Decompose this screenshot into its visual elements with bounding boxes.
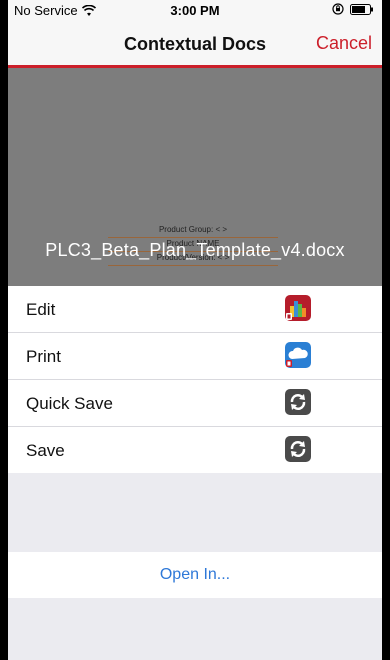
action-save[interactable]: Save bbox=[8, 427, 382, 473]
battery-icon bbox=[350, 3, 373, 15]
action-label: Edit bbox=[26, 300, 56, 319]
action-label: Quick Save bbox=[26, 394, 113, 413]
action-label: Save bbox=[26, 441, 65, 460]
file-name: PLC3_Beta_Plan_Template_v4.docx bbox=[45, 240, 345, 260]
navigation-bar: Contextual Docs Cancel bbox=[8, 20, 382, 68]
sync-save-icon bbox=[285, 389, 311, 415]
status-time: 3:00 PM bbox=[170, 3, 220, 18]
document-preview: Product Group: < > Product NAME Product/… bbox=[8, 68, 382, 286]
doc-line-product-group: Product Group: < > bbox=[158, 225, 228, 234]
action-quick-save[interactable]: Quick Save bbox=[8, 380, 382, 427]
cancel-button[interactable]: Cancel bbox=[316, 33, 372, 54]
sync-save-icon bbox=[285, 436, 311, 462]
action-label: Print bbox=[26, 347, 61, 366]
open-in-button[interactable]: Open In... bbox=[8, 552, 382, 598]
status-bar: No Service 3:00 PM bbox=[8, 0, 382, 20]
action-print[interactable]: Print bbox=[8, 333, 382, 380]
status-right bbox=[332, 3, 374, 15]
rotation-lock-icon bbox=[332, 3, 344, 15]
office-docs-icon bbox=[285, 295, 311, 321]
breezy-print-icon bbox=[285, 342, 311, 368]
action-edit[interactable]: Edit bbox=[8, 286, 382, 333]
action-list: Edit Print Quick Save Save bbox=[8, 286, 382, 473]
open-in-label: Open In... bbox=[159, 566, 231, 583]
doc-rule bbox=[108, 265, 278, 266]
doc-rule bbox=[108, 237, 278, 238]
phone-screen: No Service 3:00 PM Contextual Docs Cance… bbox=[8, 0, 382, 660]
